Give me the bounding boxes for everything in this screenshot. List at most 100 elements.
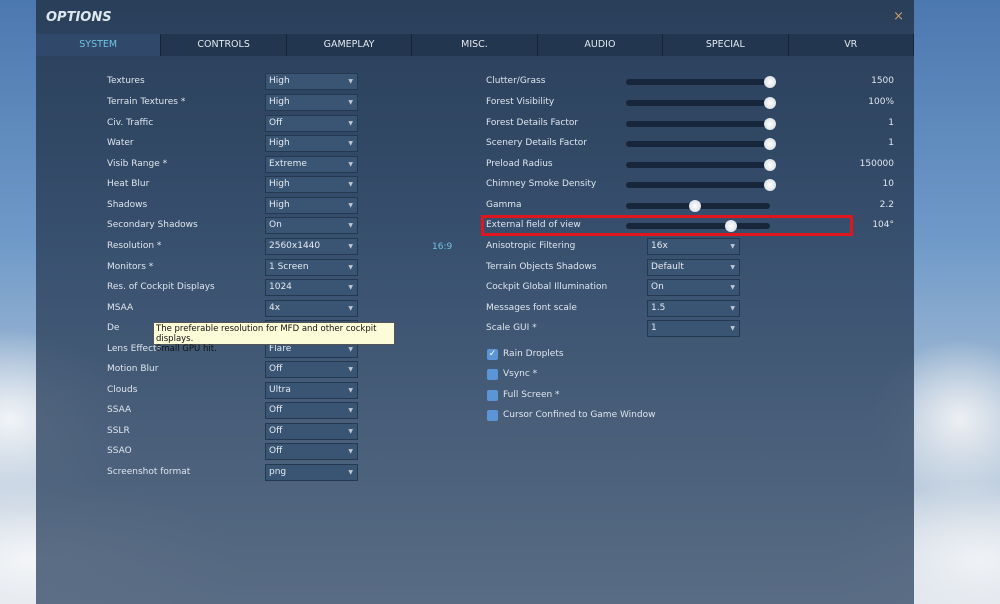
setting-row: Clouds Ultra ▼ bbox=[107, 382, 407, 399]
chevron-down-icon: ▼ bbox=[348, 284, 353, 291]
setting-dropdown[interactable]: 1 ▼ bbox=[647, 320, 740, 337]
slider-track[interactable] bbox=[626, 200, 770, 212]
setting-dropdown[interactable]: Off ▼ bbox=[265, 115, 358, 132]
slider-handle[interactable] bbox=[689, 200, 702, 212]
slider-track[interactable] bbox=[626, 159, 776, 171]
setting-dropdown[interactable]: 1.5 ▼ bbox=[647, 300, 740, 317]
slider-handle[interactable] bbox=[764, 138, 776, 150]
dropdown-value: High bbox=[269, 138, 290, 148]
setting-dropdown[interactable]: High ▼ bbox=[265, 94, 358, 111]
slider-handle[interactable] bbox=[764, 179, 776, 191]
setting-dropdown[interactable]: png ▼ bbox=[265, 464, 358, 481]
setting-dropdown[interactable]: Extreme ▼ bbox=[265, 156, 358, 173]
chevron-down-icon: ▼ bbox=[348, 99, 353, 106]
chevron-down-icon: ▼ bbox=[730, 325, 735, 332]
dropdown-value: Off bbox=[269, 405, 283, 415]
setting-dropdown[interactable]: Off ▼ bbox=[265, 361, 358, 378]
checkbox-row[interactable]: Cursor Confined to Game Window bbox=[486, 408, 856, 425]
slider-label: Clutter/Grass bbox=[486, 76, 546, 86]
checkbox[interactable]: ✓ bbox=[487, 349, 498, 360]
setting-dropdown[interactable]: 16x ▼ bbox=[647, 238, 740, 255]
dropdown-value: High bbox=[269, 179, 290, 189]
close-icon[interactable]: × bbox=[893, 9, 904, 24]
setting-dropdown[interactable]: 1 Screen ▼ bbox=[265, 259, 358, 276]
slider-handle[interactable] bbox=[764, 97, 776, 109]
setting-label: Resolution * bbox=[107, 241, 162, 251]
chevron-down-icon: ▼ bbox=[348, 469, 353, 476]
dropdown-value: Off bbox=[269, 446, 283, 456]
slider-handle[interactable] bbox=[764, 76, 776, 88]
setting-dropdown[interactable]: High ▼ bbox=[265, 197, 358, 214]
slider-track[interactable] bbox=[626, 179, 776, 191]
slider-handle[interactable] bbox=[764, 118, 776, 130]
checkbox[interactable] bbox=[487, 369, 498, 380]
dropdown-value: High bbox=[269, 200, 290, 210]
checkbox-row[interactable]: Full Screen * bbox=[486, 388, 856, 405]
tab-controls[interactable]: CONTROLS bbox=[161, 34, 287, 56]
setting-label: Shadows bbox=[107, 200, 148, 210]
tab-gameplay[interactable]: GAMEPLAY bbox=[286, 34, 413, 56]
setting-row: Messages font scale 1.5 ▼ bbox=[486, 300, 856, 317]
slider-label: Chimney Smoke Density bbox=[486, 179, 597, 189]
aspect-ratio: 16:9 bbox=[432, 242, 453, 252]
dropdown-value: On bbox=[269, 220, 282, 230]
tooltip-line: Small GPU hit. bbox=[156, 344, 217, 354]
setting-row: Visib Range * Extreme ▼ bbox=[107, 156, 407, 173]
setting-dropdown[interactable]: 1024 ▼ bbox=[265, 279, 358, 296]
slider-value: 10 bbox=[882, 179, 894, 189]
setting-dropdown[interactable]: 4x ▼ bbox=[265, 300, 358, 317]
checkbox-row[interactable]: ✓ Rain Droplets bbox=[486, 347, 856, 364]
dropdown-value: Default bbox=[651, 262, 684, 272]
slider-handle[interactable] bbox=[764, 159, 776, 171]
setting-dropdown[interactable]: On ▼ bbox=[265, 217, 358, 234]
setting-dropdown[interactable]: High ▼ bbox=[265, 176, 358, 193]
setting-row: Terrain Textures * High ▼ bbox=[107, 94, 407, 111]
setting-label: Motion Blur bbox=[107, 364, 159, 374]
dropdown-value: 4x bbox=[269, 303, 281, 313]
checkbox[interactable] bbox=[487, 390, 498, 401]
setting-label: Monitors * bbox=[107, 262, 154, 272]
chevron-down-icon: ▼ bbox=[348, 120, 353, 127]
dropdown-value: png bbox=[269, 467, 287, 477]
slider-row: Scenery Details Factor 1 bbox=[486, 135, 894, 152]
setting-row: SSAA Off ▼ bbox=[107, 402, 407, 419]
tooltip-line: The preferable resolution for MFD and ot… bbox=[156, 324, 377, 344]
options-window: OPTIONS × SYSTEM CONTROLS GAMEPLAY MISC. AUD… bbox=[36, 0, 914, 604]
setting-dropdown[interactable]: High ▼ bbox=[265, 135, 358, 152]
slider-row: Chimney Smoke Density 10 bbox=[486, 176, 894, 193]
setting-row: Secondary Shadows On ▼ bbox=[107, 217, 407, 234]
slider-track[interactable] bbox=[626, 97, 776, 109]
setting-row: Monitors * 1 Screen ▼ bbox=[107, 259, 407, 276]
setting-dropdown[interactable]: On ▼ bbox=[647, 279, 740, 296]
chevron-down-icon: ▼ bbox=[348, 305, 353, 312]
setting-dropdown[interactable]: 2560x1440 ▼ bbox=[265, 238, 358, 255]
setting-label: Heat Blur bbox=[107, 179, 150, 189]
checkbox-label: Cursor Confined to Game Window bbox=[503, 410, 656, 420]
setting-dropdown[interactable]: High ▼ bbox=[265, 73, 358, 90]
checkbox[interactable] bbox=[487, 410, 498, 421]
tab-bar: SYSTEM CONTROLS GAMEPLAY MISC. AUDIO SPECIAL V… bbox=[36, 34, 914, 56]
setting-dropdown[interactable]: Off ▼ bbox=[265, 443, 358, 460]
tab-vr[interactable]: VR bbox=[788, 34, 914, 56]
tab-audio[interactable]: AUDIO bbox=[537, 34, 664, 56]
tab-special[interactable]: SPECIAL bbox=[663, 34, 789, 56]
tab-misc[interactable]: MISC. bbox=[412, 34, 538, 56]
slider-label: Scenery Details Factor bbox=[486, 138, 587, 148]
slider-value: 1500 bbox=[871, 76, 894, 86]
tab-system[interactable]: SYSTEM bbox=[36, 34, 162, 56]
slider-track[interactable] bbox=[626, 76, 776, 88]
setting-dropdown[interactable]: Off ▼ bbox=[265, 423, 358, 440]
slider-track[interactable] bbox=[626, 138, 776, 150]
setting-label: SSAA bbox=[107, 405, 132, 415]
slider-row: Clutter/Grass 1500 bbox=[486, 73, 894, 90]
setting-label: Water bbox=[107, 138, 134, 148]
setting-dropdown[interactable]: Default ▼ bbox=[647, 259, 740, 276]
slider-track[interactable] bbox=[626, 118, 776, 130]
chevron-down-icon: ▼ bbox=[730, 264, 735, 271]
dropdown-value: 1.5 bbox=[651, 303, 666, 313]
highlight-box bbox=[481, 215, 853, 236]
checkbox-row[interactable]: Vsync * bbox=[486, 367, 856, 384]
setting-dropdown[interactable]: Off ▼ bbox=[265, 402, 358, 419]
chevron-down-icon: ▼ bbox=[348, 202, 353, 209]
setting-dropdown[interactable]: Ultra ▼ bbox=[265, 382, 358, 399]
